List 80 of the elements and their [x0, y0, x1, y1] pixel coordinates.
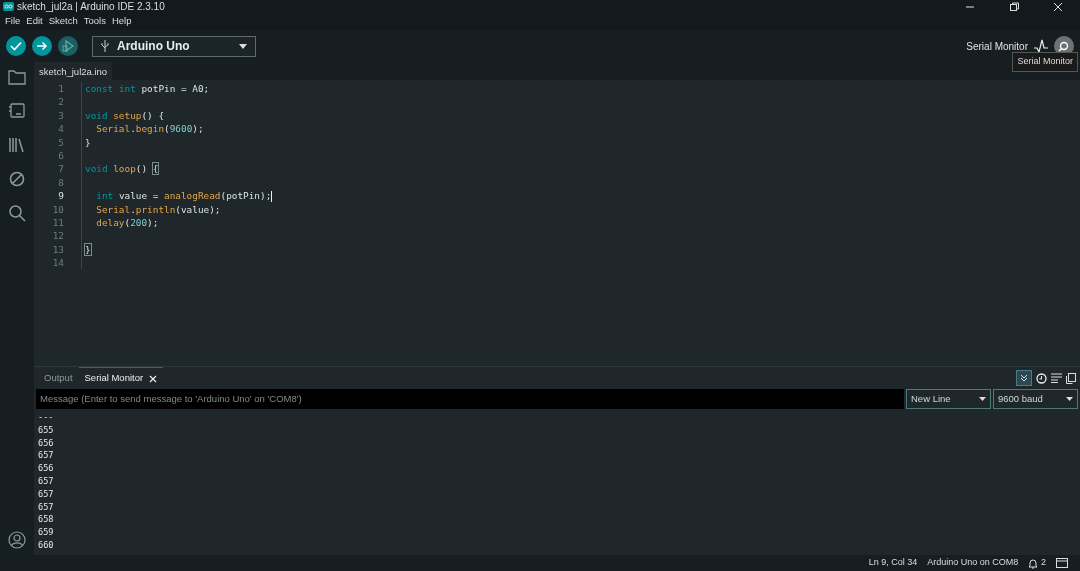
serial-output-line: ---: [38, 411, 55, 424]
line-number: 14: [51, 256, 64, 270]
close-icon[interactable]: [149, 374, 158, 383]
app-logo-icon: [3, 2, 14, 11]
serial-output-line: 656: [38, 462, 55, 475]
bell-icon[interactable]: [1028, 557, 1039, 569]
message-field[interactable]: Message (Enter to send message to 'Arduino Uno' on 'COM8'): [36, 389, 904, 409]
code-line: void setup() {: [81, 108, 165, 123]
line-number: 11: [51, 215, 64, 230]
line-ending-dropdown[interactable]: New Line: [906, 389, 991, 409]
line-number: 13: [51, 242, 64, 257]
notification-count: 2: [1041, 556, 1046, 570]
board-status: Arduino Uno on COM8: [927, 556, 1019, 570]
serial-output-line: 659: [38, 526, 55, 539]
arrow-right-icon: [36, 41, 48, 51]
serial-output-line: 655: [38, 423, 55, 437]
line-number: 5: [57, 135, 64, 149]
line-number: 9: [57, 189, 64, 203]
code-line: void loop() {: [81, 162, 159, 176]
serial-output-line: 657: [38, 475, 55, 488]
clock-icon[interactable]: [1036, 372, 1047, 384]
library-icon[interactable]: [8, 136, 26, 154]
serial-output-line: 660: [38, 538, 55, 552]
serial-output-line: 656: [38, 436, 55, 450]
caret-down-icon: [979, 397, 986, 401]
close-icon[interactable]: [1052, 1, 1064, 12]
baud-rate-dropdown[interactable]: 9600 baud: [993, 389, 1078, 409]
code-line: Serial.println(value);: [81, 202, 221, 216]
menu-item[interactable]: Edit: [23, 14, 46, 29]
code-line: const int potPin = A0;: [81, 82, 210, 96]
editor-tab[interactable]: sketch_jul2a.ino: [34, 62, 113, 80]
folder-icon[interactable]: [8, 68, 26, 86]
line-number: 4: [57, 122, 64, 136]
line-number: 1: [57, 82, 64, 96]
panel-toggle-icon[interactable]: [1056, 558, 1068, 568]
serial-output-line: 658: [38, 513, 55, 527]
play-icon: [62, 40, 74, 52]
waveform-icon[interactable]: [1034, 39, 1048, 53]
serial-output-line: 657: [38, 500, 55, 514]
check-icon: [10, 41, 22, 51]
line-number: 6: [57, 148, 64, 163]
code-line: int value = analogRead(potPin);: [81, 189, 273, 203]
debug-button[interactable]: [58, 36, 78, 56]
usb-icon: [101, 40, 109, 52]
line-number: 3: [57, 108, 64, 123]
caret-down-icon: [239, 43, 247, 49]
clear-output-icon[interactable]: [1051, 373, 1062, 383]
tooltip: Serial Monitor: [1012, 52, 1078, 72]
verify-button[interactable]: [6, 36, 26, 56]
menu-item[interactable]: Sketch: [45, 14, 81, 29]
line-number: 8: [57, 175, 64, 190]
search-icon[interactable]: [8, 204, 26, 222]
code-line: }: [81, 135, 91, 149]
menu-item[interactable]: Tools: [80, 14, 109, 29]
code-line: delay(200);: [81, 215, 159, 230]
serial-output-line: 657: [38, 487, 55, 501]
code-line: Serial.begin(9600);: [81, 122, 204, 136]
text-cursor: [271, 191, 273, 203]
search-icon: [1058, 40, 1070, 52]
debug-icon[interactable]: [8, 170, 26, 188]
serial-plotter-label: Serial Monitor: [966, 39, 1028, 54]
menu-item[interactable]: File: [2, 14, 24, 29]
board-icon[interactable]: [8, 102, 26, 120]
profile-icon[interactable]: [8, 531, 26, 549]
board-selector[interactable]: Arduino Uno: [92, 35, 256, 57]
line-number: 2: [57, 95, 64, 109]
code-line: }: [81, 242, 91, 257]
panel-tab[interactable]: Output: [38, 367, 79, 389]
copy-icon[interactable]: [1066, 372, 1076, 384]
window-title: sketch_jul2a | Arduino IDE 2.3.10: [16, 0, 165, 14]
line-number: 7: [57, 162, 64, 176]
cursor-position: Ln 9, Col 34: [868, 556, 918, 570]
serial-output-line: 657: [38, 449, 55, 463]
line-number: 10: [51, 202, 64, 216]
autoscroll-icon[interactable]: [1016, 370, 1032, 386]
menu-item[interactable]: Help: [108, 14, 135, 29]
caret-down-icon: [1066, 397, 1073, 401]
line-number: 12: [51, 229, 64, 243]
upload-button[interactable]: [32, 36, 52, 56]
restore-icon[interactable]: [1008, 1, 1020, 12]
